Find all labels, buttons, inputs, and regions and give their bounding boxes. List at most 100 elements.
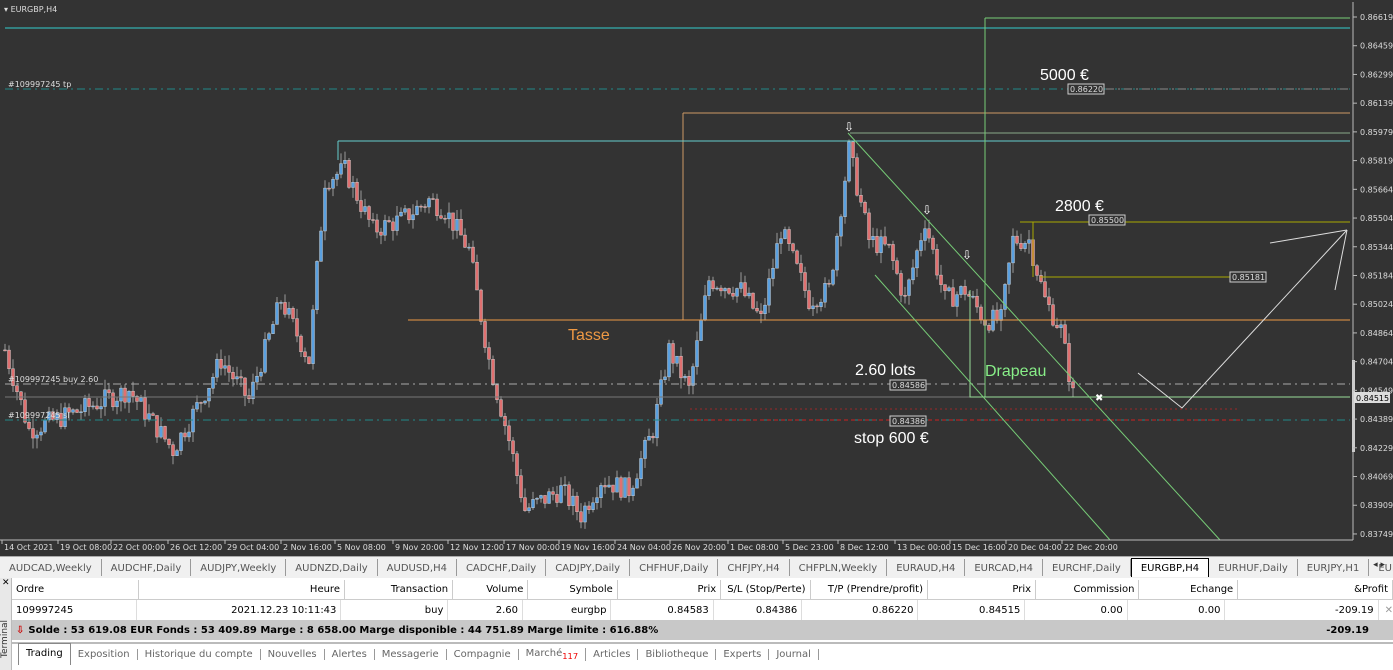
order-row[interactable]: 109997245 2021.12.23 10:11:43 buy 2.60 eurgb… — [12, 600, 1393, 620]
price-chart[interactable]: ⇩ ⇩ ⇩ ✖ ▾ EURGBP,H4 #109997245 tp #10999… — [0, 0, 1393, 556]
price-tick: 0.84864 — [1360, 329, 1393, 338]
column-header[interactable]: Symbole — [528, 580, 618, 599]
candle — [275, 302, 279, 325]
candle — [871, 236, 875, 241]
symbol-tab[interactable]: AUDUSD,H4 — [378, 559, 457, 576]
column-header[interactable]: Transaction — [345, 580, 454, 599]
time-tick: 24 Nov 04:00 — [617, 543, 671, 552]
candle — [675, 355, 679, 364]
candle — [791, 243, 795, 252]
terminal-tab[interactable]: Experts — [716, 648, 770, 660]
candle — [727, 288, 731, 294]
symbol-tab[interactable]: AUDJPY,Weekly — [191, 559, 287, 576]
time-axis: 14 Oct 2021 19 Oct 08:00 22 Oct 00:00 26 Oc… — [1, 540, 1118, 552]
candle — [215, 359, 219, 378]
order-cell: 2021.12.23 10:11:43 — [137, 600, 342, 620]
candle — [711, 280, 715, 290]
column-header[interactable]: Commission — [1036, 580, 1140, 599]
candle — [383, 220, 387, 236]
channel-upper[interactable] — [847, 132, 1221, 541]
candle — [815, 305, 819, 308]
symbol-tab[interactable]: CADJPY,Daily — [546, 559, 631, 576]
column-header[interactable]: Heure — [139, 580, 345, 599]
candle — [315, 261, 319, 310]
candle — [463, 234, 467, 248]
order-cell: 0.84515 — [918, 600, 1026, 620]
symbol-tab[interactable]: AUDCHF,Daily — [102, 559, 192, 576]
candle — [403, 208, 407, 213]
candle — [1063, 324, 1067, 344]
candle — [623, 477, 627, 498]
candle — [223, 365, 227, 369]
terminal-tab[interactable]: Historique du compte — [138, 648, 261, 660]
candle — [527, 507, 531, 511]
candle — [27, 422, 31, 429]
candle — [7, 349, 11, 369]
candle — [831, 269, 835, 285]
projection-path[interactable] — [1137, 229, 1348, 409]
candle — [191, 408, 195, 433]
terminal-tab[interactable]: Compagnie — [447, 648, 519, 660]
symbol-tab[interactable]: AUDCAD,Weekly — [0, 559, 102, 576]
market-badge: 117 — [562, 650, 579, 661]
column-header[interactable]: S/L (Stop/Perte) — [721, 580, 811, 599]
symbol-tab[interactable]: EURCAD,H4 — [965, 559, 1043, 576]
symbol-tab[interactable]: EURCHF,Daily — [1043, 559, 1131, 576]
column-header[interactable]: Prix — [928, 580, 1037, 599]
terminal-tab[interactable]: Marché117 — [519, 647, 587, 661]
column-header[interactable]: Ordre — [12, 580, 139, 599]
target2-label: 2800 € — [1055, 198, 1104, 215]
candle — [523, 497, 527, 511]
candle — [743, 282, 747, 297]
terminal-tab[interactable]: Articles — [586, 648, 639, 660]
time-tick: 13 Dec 00:00 — [897, 543, 951, 552]
symbol-tab[interactable]: EURJPY,H1 — [1298, 559, 1370, 576]
symbol-tab[interactable]: EURAUD,H4 — [887, 559, 966, 576]
symbol-tab[interactable]: EURGBP,H4 — [1130, 558, 1210, 577]
column-header[interactable]: Prix — [618, 580, 722, 599]
candle — [943, 284, 947, 291]
candle — [115, 400, 119, 408]
chart-canvas[interactable]: ⇩ ⇩ ⇩ ✖ ▾ EURGBP,H4 #109997245 tp #10999… — [0, 0, 1393, 556]
candle — [551, 491, 555, 495]
terminal-tab[interactable]: Trading — [18, 643, 71, 665]
terminal-tab[interactable]: Bibliotheque — [638, 648, 717, 660]
terminal-tab[interactable]: Messagerie — [375, 648, 447, 660]
candle — [667, 343, 671, 378]
price-tick: 0.85819 — [1360, 157, 1393, 166]
candle — [771, 267, 775, 279]
candle — [655, 404, 659, 439]
candle — [399, 211, 403, 217]
symbol-tab[interactable]: CADCHF,Daily — [457, 559, 547, 576]
terminal-tab[interactable]: Journal — [769, 648, 819, 660]
flag-box[interactable] — [969, 290, 1350, 398]
tab-scroll-arrows[interactable]: ◂ ▸ — [1373, 560, 1385, 570]
candle — [279, 302, 283, 304]
terminal-sidebar: ✕ Terminal — [0, 578, 12, 670]
candle — [375, 219, 379, 233]
candle — [515, 453, 519, 476]
candle — [91, 405, 95, 408]
candle — [219, 359, 223, 369]
close-icon[interactable]: ✕ — [0, 578, 11, 588]
price-tick: 0.84069 — [1360, 473, 1393, 482]
symbol-tab[interactable]: EURHUF,Daily — [1209, 559, 1298, 576]
price-scroll[interactable] — [1352, 360, 1355, 452]
symbol-tab[interactable]: CHFHUF,Daily — [630, 559, 719, 576]
terminal-tab[interactable]: Nouvelles — [261, 648, 325, 660]
column-header[interactable]: &Profit — [1238, 580, 1393, 599]
close-order-icon[interactable]: ✕ — [1385, 605, 1393, 616]
terminal-tab[interactable]: Exposition — [71, 648, 138, 660]
column-header[interactable]: Echange — [1139, 580, 1239, 599]
tp-label: #109997245 tp — [8, 80, 71, 89]
candle — [171, 444, 175, 456]
column-header[interactable]: Volume — [453, 580, 529, 599]
candle — [839, 216, 843, 237]
symbol-tab[interactable]: CHFJPY,H4 — [718, 559, 790, 576]
candle — [703, 295, 707, 321]
terminal-tab[interactable]: Alertes — [325, 648, 375, 660]
symbol-tab[interactable]: AUDNZD,Daily — [286, 559, 378, 576]
column-header[interactable]: T/P (Prendre/profit) — [811, 580, 928, 599]
candle — [123, 387, 127, 403]
symbol-tab[interactable]: CHFPLN,Weekly — [790, 559, 888, 576]
